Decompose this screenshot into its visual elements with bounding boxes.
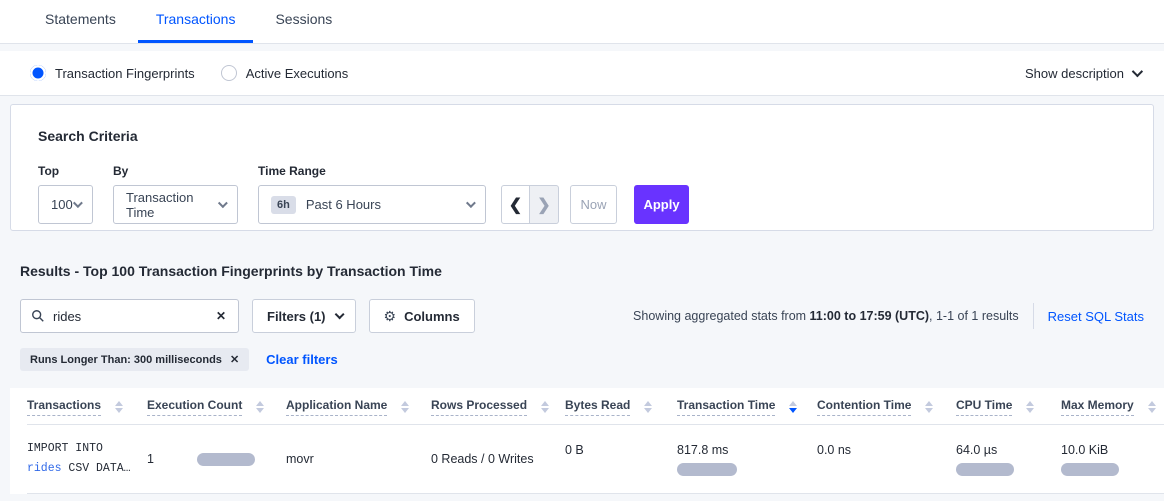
radio-active-executions[interactable]: Active Executions [221, 65, 349, 81]
cell-execution-count: 1 [147, 425, 286, 494]
results-table: Transactions Execution Count Application… [27, 388, 1164, 494]
view-toggle-row: Transaction Fingerprints Active Executio… [0, 51, 1164, 96]
cell-transaction: IMPORT INTO rides CSV DATA… [27, 425, 147, 494]
search-icon [31, 309, 45, 323]
columns-label: Columns [404, 309, 460, 324]
aggregated-stats-text: Showing aggregated stats from 11:00 to 1… [633, 309, 1019, 323]
sort-icon[interactable] [401, 401, 409, 413]
search-criteria-title: Search Criteria [38, 128, 1133, 144]
col-execution-count: Execution Count [147, 388, 286, 425]
top-value: 100 [51, 197, 73, 212]
clear-filters-link[interactable]: Clear filters [266, 352, 338, 367]
time-range-badge: 6h [271, 196, 296, 214]
radio-label: Transaction Fingerprints [55, 66, 195, 81]
tab-statements[interactable]: Statements [27, 11, 134, 43]
page-tabs: Statements Transactions Sessions [0, 0, 1164, 44]
sort-icon[interactable] [644, 401, 652, 413]
radio-transaction-fingerprints[interactable]: Transaction Fingerprints [30, 65, 195, 81]
search-criteria-card: Search Criteria Top 100 By Transaction T… [10, 104, 1154, 231]
cell-rows-processed: 0 Reads / 0 Writes [431, 425, 565, 494]
columns-button[interactable]: ⚙ Columns [369, 299, 475, 333]
max-memory-bar [1061, 463, 1119, 476]
by-field: By Transaction Time [113, 164, 238, 224]
results-controls: ✕ Filters (1) ⚙ Columns Showing aggregat… [20, 299, 1144, 333]
divider [1033, 303, 1034, 329]
sort-icon[interactable] [1026, 401, 1034, 413]
results-heading: Results - Top 100 Transaction Fingerprin… [20, 263, 1164, 279]
reset-sql-stats-link[interactable]: Reset SQL Stats [1048, 309, 1144, 324]
stats-area: Showing aggregated stats from 11:00 to 1… [633, 303, 1144, 329]
search-criteria-form: Top 100 By Transaction Time Time Range 6… [38, 164, 1133, 224]
show-description-label: Show description [1025, 66, 1124, 81]
execution-count-bar [197, 453, 255, 466]
filter-chip-label: Runs Longer Than: 300 milliseconds [30, 354, 222, 366]
time-range-field: Time Range 6h Past 6 Hours [258, 164, 486, 224]
previous-time-button[interactable]: ❮ [501, 185, 530, 224]
col-transaction-time: Transaction Time [677, 388, 817, 425]
col-rows-processed: Rows Processed [431, 388, 565, 425]
chevron-down-icon [1132, 66, 1143, 77]
col-cpu-time: CPU Time [956, 388, 1061, 425]
results-search-box[interactable]: ✕ [20, 299, 239, 333]
filters-label: Filters (1) [267, 309, 326, 324]
table-header-row: Transactions Execution Count Application… [27, 388, 1164, 425]
chevron-down-icon [334, 309, 344, 319]
time-range-value: Past 6 Hours [306, 197, 381, 212]
sort-icon[interactable] [925, 401, 933, 413]
col-contention-time: Contention Time [817, 388, 956, 425]
filters-button[interactable]: Filters (1) [252, 299, 356, 333]
search-input[interactable] [53, 309, 214, 324]
results-table-card: Transactions Execution Count Application… [10, 388, 1164, 494]
col-bytes-read: Bytes Read [565, 388, 677, 425]
time-nav-arrows: ❮ ❯ [501, 185, 559, 224]
transaction-link[interactable]: rides [27, 462, 62, 475]
gear-icon: ⚙ [384, 308, 397, 325]
col-max-memory: Max Memory [1061, 388, 1164, 425]
by-select[interactable]: Transaction Time [113, 185, 238, 224]
cell-cpu-time: 64.0 µs [956, 425, 1061, 494]
top-select[interactable]: 100 [38, 185, 93, 224]
clear-search-icon[interactable]: ✕ [214, 309, 228, 323]
by-value: Transaction Time [126, 190, 218, 220]
cell-application-name: movr [286, 425, 431, 494]
sort-icon[interactable] [115, 401, 123, 413]
cell-contention-time: 0.0 ns [817, 425, 956, 494]
remove-filter-icon[interactable]: ✕ [230, 353, 239, 366]
filter-chip[interactable]: Runs Longer Than: 300 milliseconds ✕ [20, 348, 249, 371]
active-filters-row: Runs Longer Than: 300 milliseconds ✕ Cle… [20, 348, 1164, 371]
show-description-toggle[interactable]: Show description [1025, 66, 1140, 81]
cell-max-memory: 10.0 KiB [1061, 425, 1164, 494]
by-label: By [113, 164, 238, 178]
sort-icon-descending[interactable] [789, 401, 797, 413]
col-transactions: Transactions [27, 388, 147, 425]
tab-sessions[interactable]: Sessions [257, 11, 350, 43]
sort-icon[interactable] [541, 401, 549, 413]
radio-label: Active Executions [246, 66, 349, 81]
sort-icon[interactable] [1148, 401, 1156, 413]
time-range-label: Time Range [258, 164, 486, 178]
table-row: IMPORT INTO rides CSV DATA… 1 movr 0 Rea… [27, 425, 1164, 494]
cpu-time-bar [956, 463, 1014, 476]
now-button[interactable]: Now [570, 185, 617, 224]
radio-unselected-icon[interactable] [221, 65, 237, 81]
top-field: Top 100 [38, 164, 93, 224]
top-label: Top [38, 164, 93, 178]
chevron-down-icon [218, 198, 228, 208]
transaction-time-bar [677, 463, 737, 476]
apply-button[interactable]: Apply [634, 185, 689, 224]
col-application-name: Application Name [286, 388, 431, 425]
radio-selected-icon[interactable] [30, 65, 46, 81]
next-time-button[interactable]: ❯ [530, 185, 559, 224]
cell-transaction-time: 817.8 ms [677, 425, 817, 494]
chevron-down-icon [73, 198, 83, 208]
sort-icon[interactable] [256, 401, 264, 413]
cell-bytes-read: 0 B [565, 425, 677, 494]
chevron-down-icon [466, 198, 476, 208]
tab-transactions[interactable]: Transactions [138, 11, 254, 43]
time-range-select[interactable]: 6h Past 6 Hours [258, 185, 486, 224]
